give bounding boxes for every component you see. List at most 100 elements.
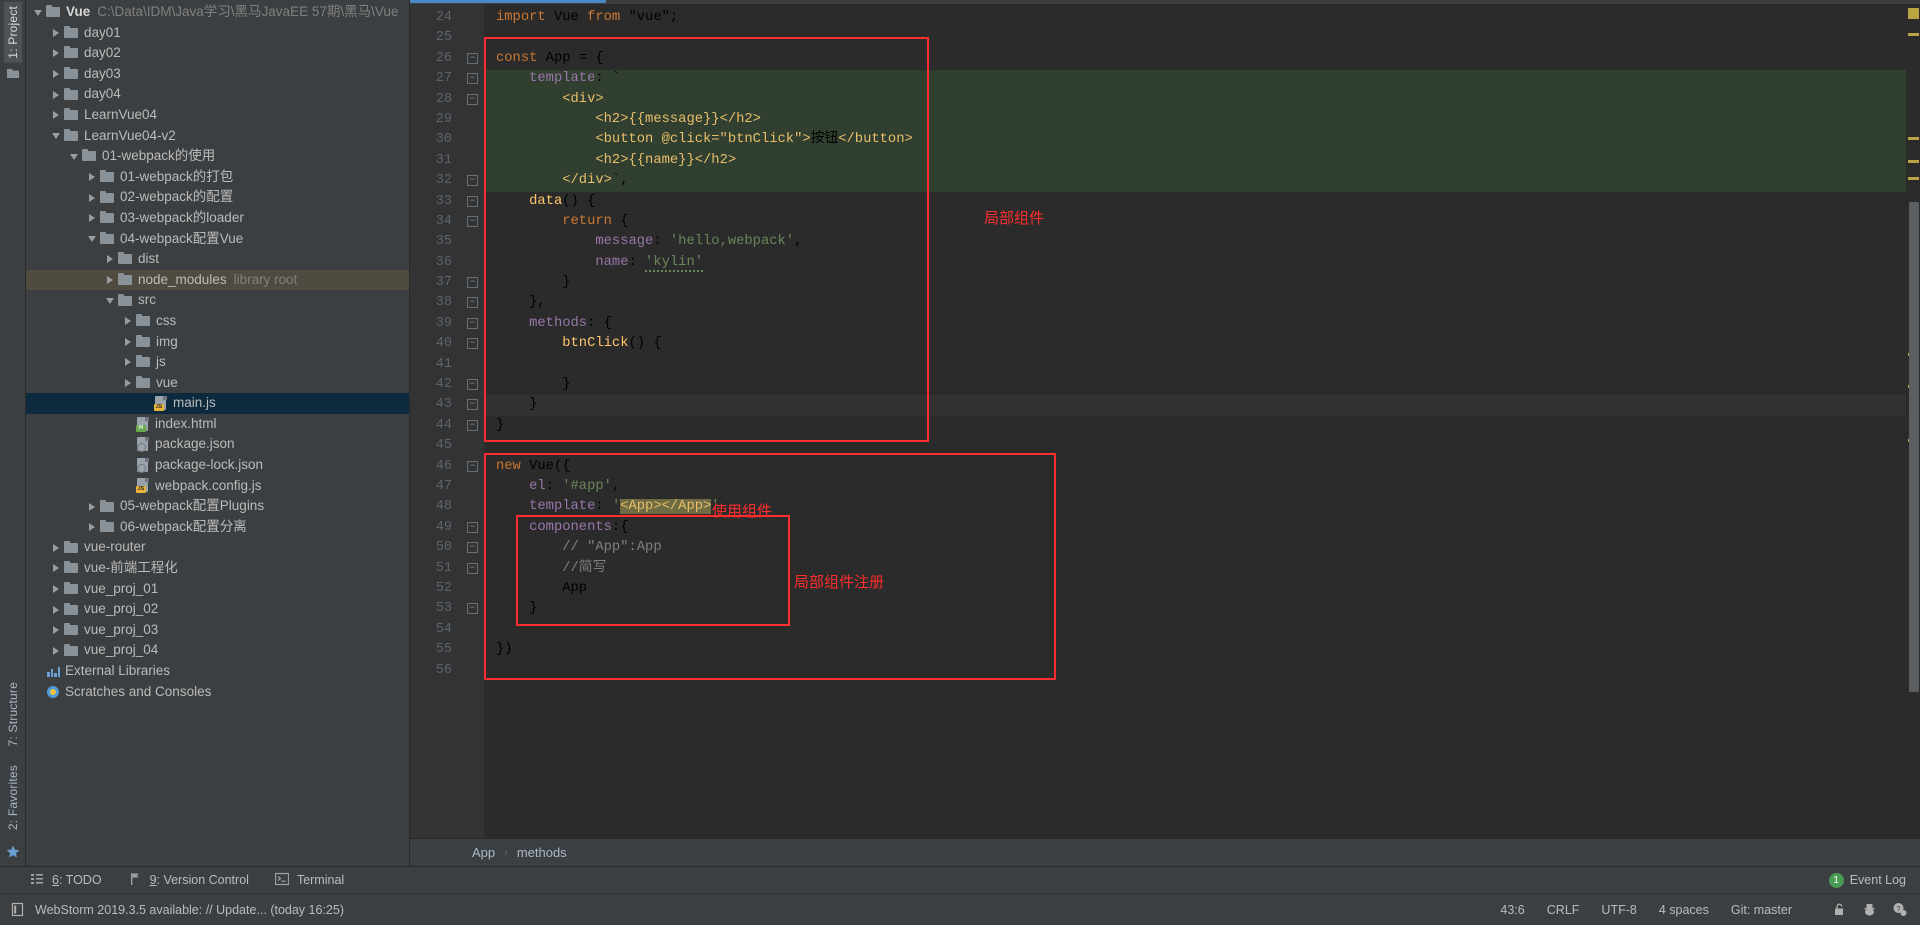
code-line[interactable]: //简写 <box>484 559 1906 579</box>
fold-toggle-icon[interactable]: − <box>462 375 484 395</box>
chevron-right-icon[interactable] <box>50 26 63 39</box>
tree-row[interactable]: 02-webpack的配置 <box>26 187 409 208</box>
code-line[interactable] <box>484 28 1906 48</box>
chevron-down-icon[interactable] <box>50 129 63 142</box>
tree-row[interactable]: day02 <box>26 43 409 64</box>
chevron-right-icon[interactable] <box>86 191 99 204</box>
tree-row[interactable]: day04 <box>26 84 409 105</box>
lock-icon[interactable] <box>1832 902 1848 918</box>
line-separator[interactable]: CRLF <box>1547 903 1580 917</box>
tool-button-todo[interactable]: 6: TODO <box>30 872 102 888</box>
tree-row[interactable]: package-lock.json <box>26 455 409 476</box>
tree-row[interactable]: 04-webpack配置Vue <box>26 229 409 250</box>
fold-toggle-icon[interactable]: − <box>462 395 484 415</box>
code-line[interactable]: App <box>484 579 1906 599</box>
code-text[interactable]: import Vue from "vue"; const App = { tem… <box>484 4 1906 838</box>
code-line[interactable]: name: 'kylin' <box>484 253 1906 273</box>
tree-row[interactable]: dist <box>26 249 409 270</box>
code-lines[interactable]: import Vue from "vue"; const App = { tem… <box>484 8 1906 681</box>
tree-row[interactable]: 01-webpack的打包 <box>26 167 409 188</box>
tree-row[interactable]: css <box>26 311 409 332</box>
fold-toggle-icon[interactable]: − <box>462 457 484 477</box>
fold-toggle-icon[interactable]: − <box>462 192 484 212</box>
tree-row[interactable]: vue_proj_04 <box>26 640 409 661</box>
code-editor[interactable]: 24 25 26 27 28 29 30 31 32 33 34 35 36 37 38 39 40 41 42 43… <box>410 4 1920 838</box>
chevron-right-icon[interactable] <box>86 500 99 513</box>
warning-marker[interactable] <box>1908 160 1919 163</box>
tool-tab-favorites[interactable]: 2: Favorites <box>4 761 22 834</box>
code-line[interactable] <box>484 355 1906 375</box>
editor-scrollbar-thumb[interactable] <box>1909 202 1919 692</box>
fold-toggle-icon[interactable]: − <box>462 293 484 313</box>
code-line[interactable]: template: ` <box>484 69 1906 89</box>
tree-row[interactable]: package.json <box>26 434 409 455</box>
tree-row[interactable]: src <box>26 290 409 311</box>
tree-row[interactable]: vue_proj_03 <box>26 620 409 641</box>
chevron-right-icon[interactable] <box>50 88 63 101</box>
tree-row[interactable]: day01 <box>26 23 409 44</box>
code-line[interactable]: btnClick() { <box>484 334 1906 354</box>
tool-button-terminal[interactable]: Terminal <box>274 872 344 888</box>
tool-tab-structure[interactable]: 7: Structure <box>4 678 22 750</box>
chevron-right-icon[interactable] <box>122 335 135 348</box>
tree-row[interactable]: LearnVue04-v2 <box>26 126 409 147</box>
tree-row[interactable]: Hindex.html <box>26 414 409 435</box>
chevron-right-icon[interactable] <box>122 376 135 389</box>
fold-toggle-icon[interactable]: − <box>462 69 484 89</box>
breadcrumb-item-app[interactable]: App <box>472 845 495 860</box>
status-message-group[interactable]: WebStorm 2019.3.5 available: // Update..… <box>10 902 344 918</box>
chevron-right-icon[interactable] <box>50 644 63 657</box>
fold-toggle-icon[interactable]: − <box>462 314 484 334</box>
code-line[interactable]: el: '#app', <box>484 477 1906 497</box>
indent-setting[interactable]: 4 spaces <box>1659 903 1709 917</box>
event-log-button[interactable]: 1 Event Log <box>1828 872 1906 888</box>
fold-toggle-icon[interactable]: − <box>462 599 484 619</box>
code-line[interactable]: components:{ <box>484 518 1906 538</box>
tree-row[interactable]: JS main.js <box>26 393 409 414</box>
tree-row[interactable]: vue_proj_01 <box>26 579 409 600</box>
code-line[interactable]: message: 'hello,webpack', <box>484 232 1906 252</box>
code-line[interactable]: methods: { <box>484 314 1906 334</box>
code-line[interactable]: }) <box>484 640 1906 660</box>
tree-row[interactable]: 06-webpack配置分离 <box>26 517 409 538</box>
chevron-right-icon[interactable] <box>122 356 135 369</box>
warning-marker[interactable] <box>1908 33 1919 36</box>
code-line[interactable] <box>484 661 1906 681</box>
chevron-right-icon[interactable] <box>86 171 99 184</box>
editor-marker-rail[interactable] <box>1906 4 1920 838</box>
breadcrumb[interactable]: App › methods <box>410 838 1920 866</box>
code-line[interactable]: } <box>484 375 1906 395</box>
tree-row[interactable]: External Libraries <box>26 661 409 682</box>
fold-toggle-icon[interactable]: − <box>462 49 484 69</box>
chevron-right-icon[interactable] <box>50 109 63 122</box>
fold-toggle-icon[interactable]: − <box>462 416 484 436</box>
chevron-right-icon[interactable] <box>50 68 63 81</box>
tree-row[interactable]: vue-前端工程化 <box>26 558 409 579</box>
code-line[interactable]: <h2>{{message}}</h2> <box>484 110 1906 130</box>
tree-row[interactable]: Vue C:\Data\IDM\Java学习\黑马JavaEE 57期\黑马\Vu… <box>26 2 409 23</box>
code-line[interactable]: }, <box>484 293 1906 313</box>
code-line[interactable]: } <box>484 599 1906 619</box>
chevron-right-icon[interactable] <box>50 582 63 595</box>
chevron-right-icon[interactable] <box>50 47 63 60</box>
tree-row[interactable]: Scratches and Consoles <box>26 682 409 703</box>
code-line[interactable]: new Vue({ <box>484 457 1906 477</box>
code-line[interactable]: return { <box>484 212 1906 232</box>
breadcrumb-item-methods[interactable]: methods <box>517 845 567 860</box>
file-encoding[interactable]: UTF-8 <box>1601 903 1636 917</box>
tree-row[interactable]: 03-webpack的loader <box>26 208 409 229</box>
fold-toggle-icon[interactable]: − <box>462 212 484 232</box>
chevron-right-icon[interactable] <box>86 212 99 225</box>
tree-row[interactable]: vue_proj_02 <box>26 599 409 620</box>
chevron-right-icon[interactable] <box>50 541 63 554</box>
tree-row[interactable]: day03 <box>26 64 409 85</box>
tree-row[interactable]: img <box>26 332 409 353</box>
tree-row[interactable]: node_modules library root <box>26 269 409 291</box>
inspection-summary-marker[interactable] <box>1908 8 1919 19</box>
fold-toggle-icon[interactable]: − <box>462 171 484 191</box>
inspection-hector-icon[interactable] <box>1862 902 1878 918</box>
fold-toggle-icon[interactable]: − <box>462 518 484 538</box>
tree-row[interactable]: JS webpack.config.js <box>26 476 409 497</box>
code-line[interactable] <box>484 620 1906 640</box>
chevron-right-icon[interactable] <box>50 603 63 616</box>
